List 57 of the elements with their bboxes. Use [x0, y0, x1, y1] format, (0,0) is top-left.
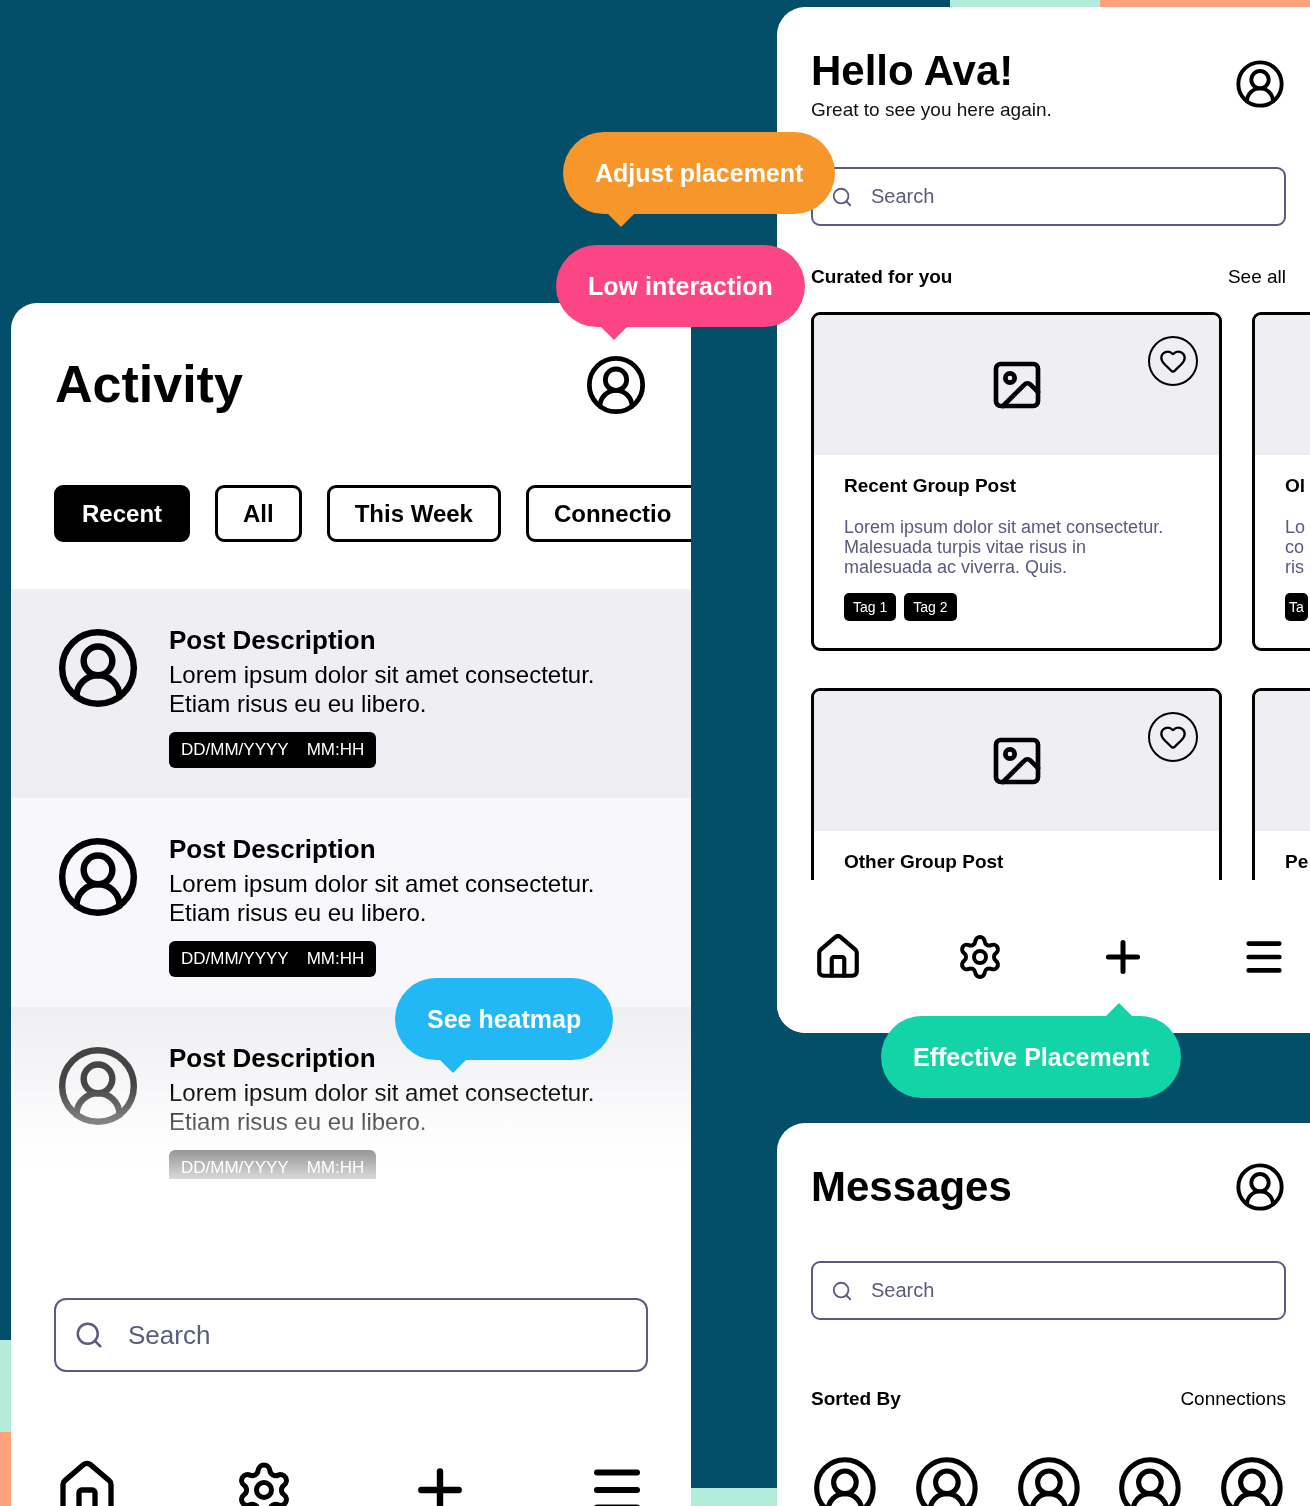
callout-bubble: Effective Placement: [881, 1016, 1182, 1098]
callout-bubble: Adjust placement: [563, 132, 836, 214]
user-avatar-icon: [1234, 58, 1286, 111]
filter-tab[interactable]: All: [215, 485, 302, 542]
search-field[interactable]: Search: [54, 1298, 648, 1372]
section-title: Curated for you: [811, 266, 953, 289]
post-card[interactable]: Ol Lo co ris Ta: [1252, 312, 1310, 652]
see-all-link[interactable]: See all: [1227, 266, 1286, 289]
callout-bubble: Low interaction: [556, 245, 805, 327]
card-title: Ol: [1285, 475, 1307, 498]
post-card[interactable]: Recent Group Post Lorem ipsum dolor sit amet consectetur. Malesuada turpis vitae risus in malesuada ac viverra. Quis. Tag 1 Tag 2: [811, 312, 1222, 652]
search-field[interactable]: Search: [811, 1261, 1286, 1320]
user-avatar-icon: [1218, 1454, 1286, 1506]
callout-bubble: See heatmap: [395, 978, 614, 1060]
time-text: MM:HH: [306, 1158, 365, 1178]
post-title: Post Description: [169, 1043, 377, 1074]
sort-value[interactable]: Connections: [1180, 1388, 1286, 1410]
tag-chip: Ta: [1285, 593, 1308, 622]
card-title: Other Group Post: [844, 851, 1005, 874]
tag-chip: Tag 1: [844, 593, 897, 622]
user-avatar-icon: [1234, 1161, 1286, 1213]
filter-tab[interactable]: Recent: [54, 485, 191, 542]
date-text: DD/MM/YYYY: [181, 1158, 289, 1178]
post-row[interactable]: Post Description Lorem ipsum dolor sit amet consectetur. Etiam risus eu eu libero. DD/MM/YYYY MM:HH: [11, 798, 691, 1007]
user-avatar-icon: [584, 353, 648, 417]
screen-title: Messages: [811, 1162, 1012, 1212]
post-card[interactable]: Other Group Post: [811, 688, 1222, 880]
card-description: Lo co ris: [1285, 517, 1306, 578]
time-text: MM:HH: [306, 740, 365, 760]
favorite-button[interactable]: [1148, 712, 1198, 763]
heart-icon: [1159, 723, 1187, 752]
date-text: DD/MM/YYYY: [181, 740, 289, 760]
heart-icon: [1159, 347, 1187, 376]
post-row[interactable]: Post Description Lorem ipsum dolor sit amet consectetur. Etiam risus eu eu libero. DD/MM/YYYY MM:HH: [11, 589, 691, 798]
post-body: Lorem ipsum dolor sit amet consectetur. Etiam risus eu eu libero.: [169, 1078, 596, 1136]
post-body: Lorem ipsum dolor sit amet consectetur. Etiam risus eu eu libero.: [169, 660, 596, 718]
post-title: Post Description: [169, 834, 377, 865]
sort-label: Sorted By: [811, 1388, 901, 1410]
filter-tab[interactable]: Connectio: [525, 485, 691, 542]
time-text: MM:HH: [306, 949, 365, 969]
card-description: Lorem ipsum dolor sit amet consectetur. Malesuada turpis vitae risus in malesuada ac viverra. Quis.: [844, 517, 1165, 578]
search-icon: [831, 185, 853, 208]
card-title: Recent Group Post: [844, 475, 1018, 498]
post-title: Post Description: [169, 625, 377, 656]
tag-chip: Tag 2: [904, 593, 957, 622]
search-field[interactable]: Search: [811, 167, 1286, 227]
search-icon: [74, 1320, 104, 1350]
card-title: Pe: [1285, 851, 1310, 874]
greeting-subtitle: Great to see you here again.: [811, 99, 1052, 122]
user-avatar-icon: [811, 1454, 879, 1506]
filter-tab[interactable]: This Week: [326, 485, 501, 542]
favorite-button[interactable]: [1148, 336, 1198, 387]
screen-title: Activity: [55, 355, 243, 415]
greeting-title: Hello Ava!: [811, 47, 1015, 96]
search-icon: [831, 1279, 853, 1302]
post-body: Lorem ipsum dolor sit amet consectetur. Etiam risus eu eu libero.: [169, 869, 596, 927]
date-text: DD/MM/YYYY: [181, 949, 289, 969]
